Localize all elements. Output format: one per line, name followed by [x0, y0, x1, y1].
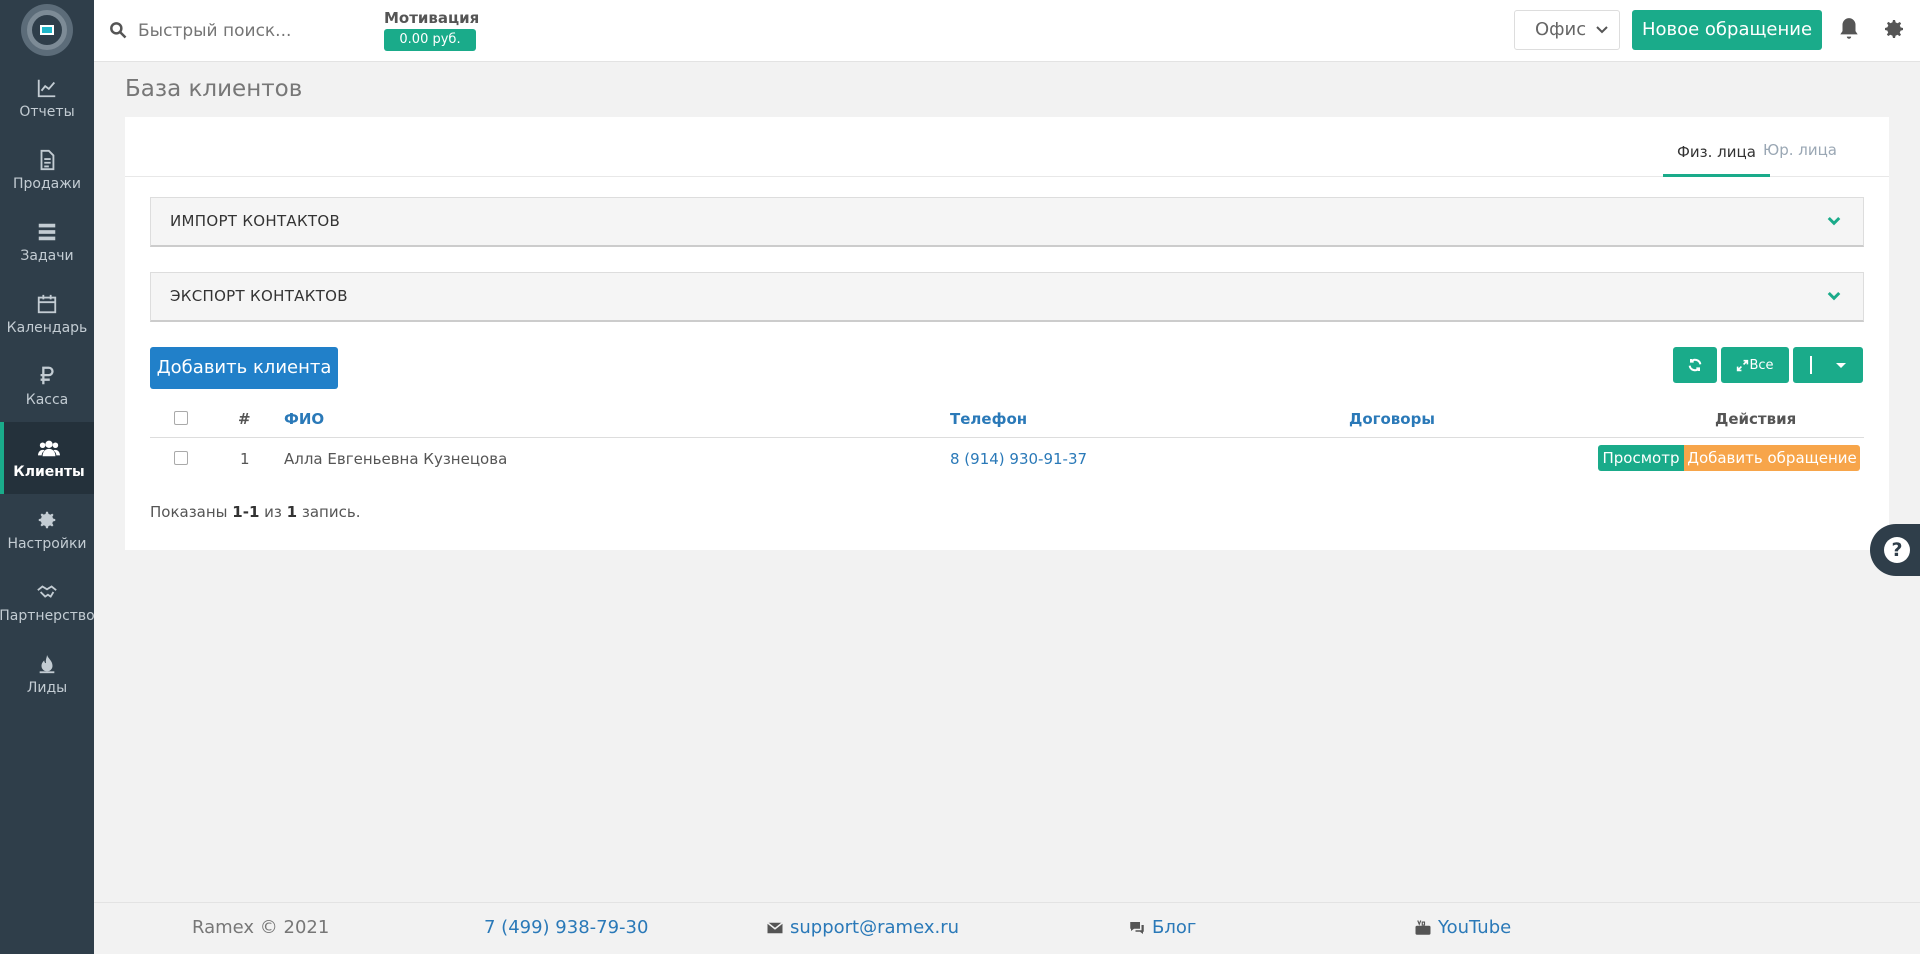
col-phone[interactable]: Телефон [950, 410, 1027, 428]
sidebar-item-label: Календарь [6, 320, 88, 336]
chevron-down-icon [1827, 291, 1841, 301]
col-num: # [238, 410, 251, 428]
footer-blog[interactable]: Блог [1128, 917, 1196, 938]
refresh-button[interactable] [1673, 347, 1717, 383]
footer-email[interactable]: support@ramex.ru [766, 917, 959, 938]
chevron-down-icon [1595, 11, 1609, 64]
help-button[interactable]: ? [1870, 524, 1920, 576]
line-chart-icon [35, 76, 59, 100]
new-request-button[interactable]: Новое обращение [1632, 10, 1822, 50]
add-request-button[interactable]: Добавить обращение [1684, 445, 1860, 471]
summary-prefix: Показаны [150, 503, 233, 521]
settings-gear-icon[interactable] [1882, 17, 1906, 41]
users-icon [37, 436, 61, 460]
logo-inner [27, 10, 67, 50]
clients-panel: Физ. лица Юр. лица ИМПОРТ КОНТАКТОВ ЭКСП… [125, 117, 1889, 550]
sidebar-item-label: Касса [25, 392, 69, 408]
sidebar-item-calendar[interactable]: Календарь [0, 278, 94, 350]
footer-email-label: support@ramex.ru [790, 917, 960, 938]
page-title: База клиентов [125, 76, 303, 102]
table-row: 1 Алла Евгеньевна Кузнецова 8 (914) 930-… [150, 438, 1864, 478]
view-button[interactable]: Просмотр [1598, 445, 1684, 471]
row-num: 1 [240, 450, 250, 468]
table-header: # ФИО Телефон Договоры Действия [150, 398, 1864, 438]
sidebar-item-label: Партнерство [0, 608, 95, 624]
youtube-icon [1415, 919, 1431, 935]
sidebar-item-label: Клиенты [13, 464, 85, 480]
footer-blog-label: Блог [1152, 917, 1197, 938]
motivation-badge: 0.00 руб. [384, 29, 476, 51]
tab-legal-entities[interactable]: Юр. лица [1749, 135, 1851, 175]
export-contacts-accordion[interactable]: ЭКСПОРТ КОНТАКТОВ [150, 272, 1864, 322]
row-name: Алла Евгеньевна Кузнецова [284, 450, 508, 468]
search-input[interactable] [138, 14, 358, 48]
footer-phone-label: 7 (499) 938-79-30 [484, 917, 649, 938]
document-icon [35, 148, 59, 172]
office-select[interactable]: Офис [1514, 10, 1620, 50]
envelope-icon [767, 921, 783, 933]
tasks-icon [35, 220, 59, 244]
sidebar-item-label: Задачи [20, 248, 74, 264]
sidebar-item-leads[interactable]: Лиды [0, 638, 94, 710]
export-contacts-label: ЭКСПОРТ КОНТАКТОВ [170, 287, 348, 305]
handshake-icon [35, 580, 59, 604]
sidebar-item-tasks[interactable]: Задачи [0, 206, 94, 278]
logo-mark [40, 25, 54, 35]
summary-total: 1 [286, 503, 298, 521]
col-actions: Действия [1715, 410, 1797, 428]
show-all-button[interactable]: Все [1721, 347, 1789, 383]
row-checkbox[interactable] [174, 451, 188, 465]
col-contracts[interactable]: Договоры [1349, 410, 1435, 428]
footer-copyright: Ramex © 2021 [192, 917, 330, 938]
chevron-down-icon [1827, 216, 1841, 226]
footer: Ramex © 2021 7 (499) 938-79-30 support@r… [94, 902, 1920, 954]
refresh-icon [1688, 358, 1702, 372]
gear-icon [35, 508, 59, 532]
question-icon: ? [1884, 537, 1910, 563]
import-contacts-label: ИМПОРТ КОНТАКТОВ [170, 212, 341, 230]
motivation-label: Мотивация [384, 9, 480, 27]
bell-icon[interactable] [1836, 16, 1862, 42]
show-all-label: Все [1749, 357, 1774, 373]
tabs-row: Физ. лица Юр. лица [125, 117, 1889, 177]
summary-range: 1-1 [232, 503, 260, 521]
sidebar-item-clients[interactable]: Клиенты [0, 422, 94, 494]
footer-phone[interactable]: 7 (499) 938-79-30 [484, 917, 648, 938]
row-phone[interactable]: 8 (914) 930-91-37 [950, 450, 1087, 468]
records-summary: Показаны 1-1 из 1 запись. [150, 503, 360, 521]
sidebar-item-settings[interactable]: Настройки [0, 494, 94, 566]
columns-dropdown-button[interactable] [1793, 347, 1863, 383]
sidebar-item-sales[interactable]: Продажи [0, 134, 94, 206]
fire-icon [35, 652, 59, 676]
sidebar: Отчеты Продажи Задачи Календарь Касса Кл… [0, 0, 95, 954]
sidebar-item-partnership[interactable]: Партнерство [0, 566, 95, 638]
col-name[interactable]: ФИО [284, 410, 324, 428]
caret-down-icon [1836, 363, 1846, 368]
expand-icon [1737, 359, 1749, 371]
comments-icon [1130, 921, 1144, 934]
select-all-checkbox[interactable] [174, 411, 188, 425]
calendar-icon [35, 292, 59, 316]
summary-suffix: запись. [297, 503, 361, 521]
footer-youtube-label: YouTube [1438, 917, 1512, 938]
sidebar-item-label: Настройки [7, 536, 87, 552]
sidebar-item-label: Лиды [26, 680, 68, 696]
search-icon [110, 22, 127, 39]
ramex-logo[interactable] [21, 4, 73, 56]
import-contacts-accordion[interactable]: ИМПОРТ КОНТАКТОВ [150, 197, 1864, 247]
add-client-button[interactable]: Добавить клиента [150, 347, 338, 389]
sidebar-item-label: Отчеты [19, 104, 75, 120]
sidebar-item-label: Продажи [13, 176, 81, 192]
footer-youtube[interactable]: YouTube [1414, 917, 1511, 938]
columns-icon [1810, 356, 1812, 374]
sidebar-item-reports[interactable]: Отчеты [0, 62, 94, 134]
ruble-icon [35, 364, 59, 388]
sidebar-item-cash[interactable]: Касса [0, 350, 94, 422]
office-select-value: Офис [1535, 19, 1587, 40]
summary-mid: из [259, 503, 287, 521]
top-bar: Мотивация 0.00 руб. Офис Новое обращение [94, 0, 1920, 62]
